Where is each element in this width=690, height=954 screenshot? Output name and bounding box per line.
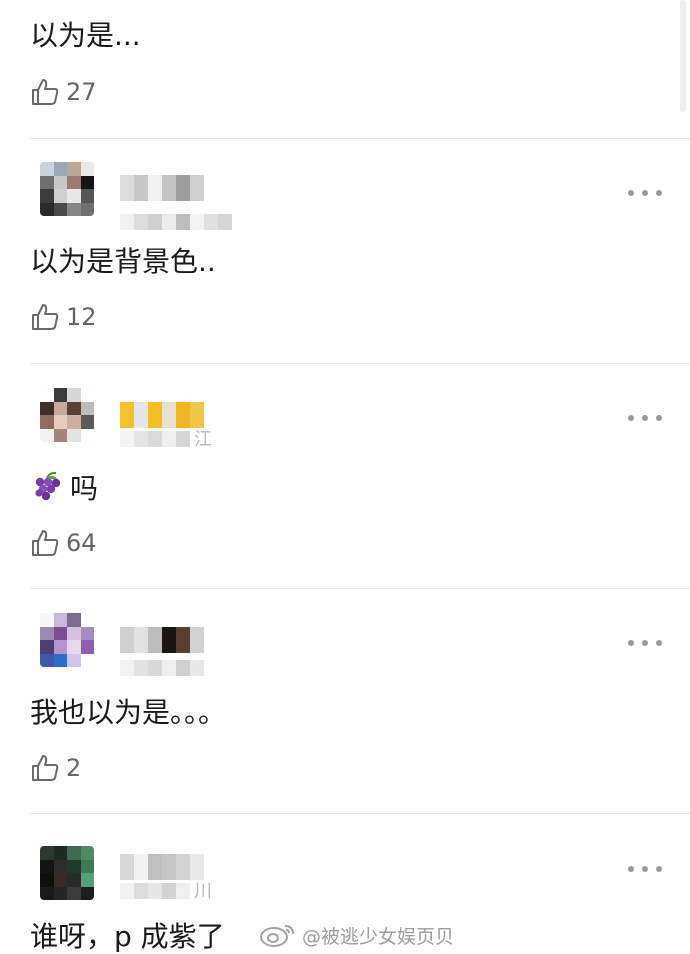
avatar[interactable] bbox=[40, 613, 94, 667]
meta-redacted bbox=[120, 659, 204, 677]
watermark: @被逃少女娱页贝 bbox=[258, 920, 454, 950]
comment-feed: 以为是... 27 以为是背景色.. 12 江 吗 64 我也以为是。。。 2 … bbox=[0, 0, 690, 954]
like-count: 2 bbox=[66, 754, 82, 782]
more-options-button[interactable] bbox=[628, 188, 662, 198]
thumbs-up-icon bbox=[32, 304, 59, 330]
scroll-indicator[interactable] bbox=[680, 0, 686, 112]
avatar[interactable] bbox=[40, 388, 94, 442]
like-count: 27 bbox=[66, 78, 97, 106]
thumbs-up-icon bbox=[32, 79, 59, 105]
thumbs-up-icon bbox=[32, 530, 59, 556]
like-count: 12 bbox=[66, 303, 97, 331]
comment-text: 我也以为是。。。 bbox=[30, 696, 227, 729]
watermark-text: @被逃少女娱页贝 bbox=[302, 925, 455, 948]
comment-text: 以为是背景色.. bbox=[30, 245, 216, 278]
divider bbox=[30, 813, 690, 814]
weibo-icon bbox=[260, 925, 294, 947]
like-button[interactable]: 27 bbox=[30, 76, 97, 108]
more-options-button[interactable] bbox=[628, 638, 662, 648]
meta-redacted bbox=[120, 213, 232, 231]
more-options-button[interactable] bbox=[628, 413, 662, 423]
like-button[interactable]: 12 bbox=[30, 301, 97, 333]
thumbs-up-icon bbox=[32, 755, 59, 781]
meta-redacted: 川 bbox=[120, 881, 212, 902]
like-button[interactable]: 64 bbox=[30, 527, 97, 559]
comment-text: 以为是... bbox=[30, 19, 141, 52]
like-button[interactable]: 2 bbox=[30, 752, 81, 784]
username-redacted[interactable] bbox=[120, 402, 204, 428]
username-redacted[interactable] bbox=[120, 627, 204, 653]
comment-text: 吗 bbox=[30, 470, 98, 507]
username-redacted[interactable] bbox=[120, 175, 204, 201]
comment-text-content: 吗 bbox=[70, 472, 99, 505]
username-redacted[interactable] bbox=[120, 854, 204, 880]
location-text: 江 bbox=[194, 429, 212, 450]
avatar[interactable] bbox=[40, 162, 94, 216]
location-text: 川 bbox=[194, 881, 212, 902]
like-count: 64 bbox=[66, 529, 97, 557]
avatar[interactable] bbox=[40, 846, 94, 900]
grapes-icon bbox=[35, 471, 61, 501]
meta-redacted: 江 bbox=[120, 429, 212, 450]
divider bbox=[30, 138, 690, 139]
divider bbox=[30, 588, 690, 589]
comment-text: 谁呀，p 成紫了 bbox=[30, 920, 225, 953]
divider bbox=[30, 363, 690, 364]
more-options-button[interactable] bbox=[628, 864, 662, 874]
